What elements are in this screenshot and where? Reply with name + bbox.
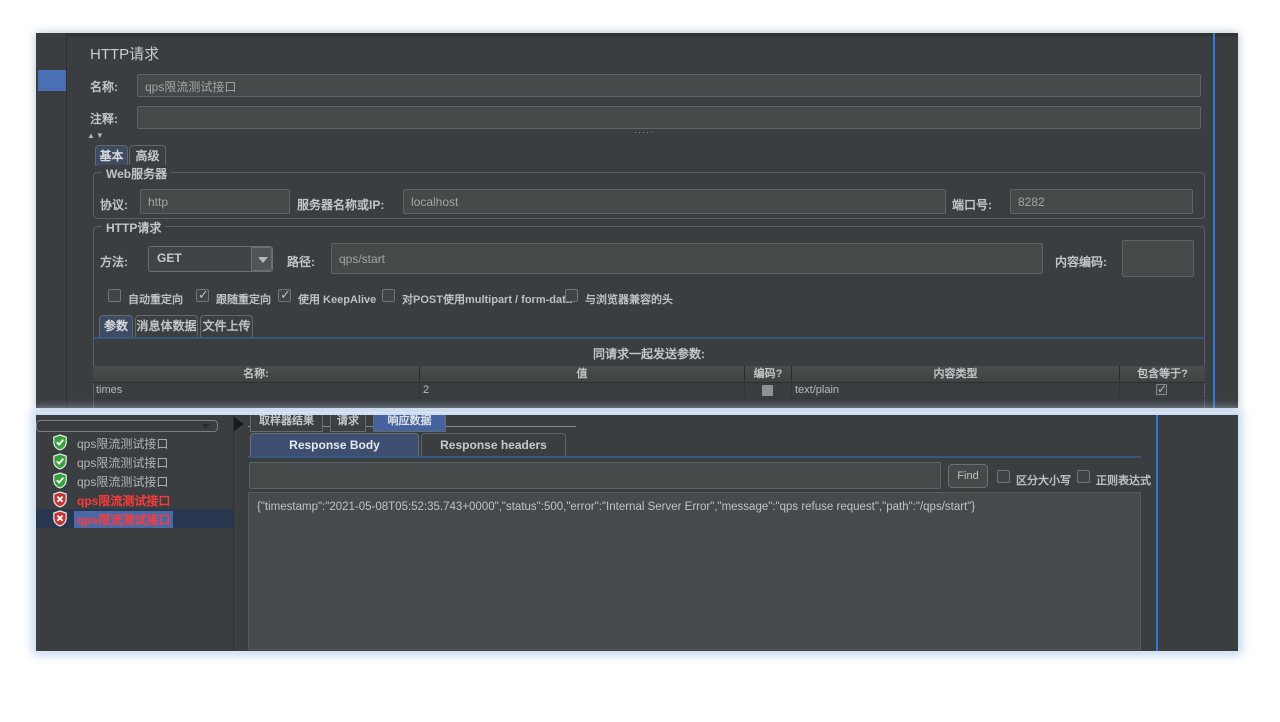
param-row-content-type-cell[interactable]: text/plain — [792, 383, 1120, 399]
name-input[interactable]: qps限流测试接口 — [137, 74, 1201, 97]
httprequest-group-legend: HTTP请求 — [102, 219, 165, 236]
tab-request[interactable]: 请求 — [330, 415, 366, 432]
right-scroll-indicator-line — [1156, 415, 1158, 651]
tree-item-result-2[interactable]: qps限流测试接口 — [36, 452, 233, 471]
param-row-include-equals-cell[interactable] — [1120, 383, 1205, 399]
path-label: 路径: — [287, 253, 315, 270]
case-sensitive-checkbox[interactable]: ✓ — [997, 470, 1010, 483]
response-body-text[interactable]: {"timestamp":"2021-05-08T05:52:35.743+00… — [248, 492, 1141, 650]
encoding-label: 内容编码: — [1055, 253, 1107, 270]
tree-item-result-1[interactable]: qps限流测试接口 — [36, 433, 233, 452]
tab-basic[interactable]: 基本 — [95, 145, 128, 166]
param-row-name-cell[interactable]: times — [93, 383, 420, 399]
http-request-editor-window: HTTP请求 名称: qps限流测试接口 注释: ▲▼ ····· 基本 高级 … — [36, 33, 1238, 408]
port-input[interactable]: 8282 — [1010, 189, 1193, 214]
page-title: HTTP请求 — [90, 43, 159, 64]
server-label: 服务器名称或IP: — [297, 196, 384, 213]
comment-input[interactable] — [137, 106, 1201, 129]
col-header-encode[interactable]: 编码? — [745, 366, 792, 383]
checkbox-multipart[interactable]: ✓ — [382, 289, 395, 302]
checkbox-follow-redirect[interactable]: ✓ — [196, 289, 209, 302]
checkbox-multipart-label: 对POST使用multipart / form-data — [402, 291, 572, 307]
method-label: 方法: — [100, 253, 128, 270]
case-sensitive-label: 区分大小写 — [1016, 472, 1071, 488]
result-tabs-strip: 取样器结果 请求 响应数据 — [248, 415, 588, 432]
right-scroll-indicator-line — [1213, 33, 1215, 408]
param-row-include-equals-checkbox[interactable] — [1156, 384, 1167, 395]
left-sidebar — [36, 33, 67, 408]
window-top-edge — [36, 33, 1238, 37]
tab-response-body[interactable]: Response Body — [250, 433, 419, 456]
regex-checkbox[interactable]: ✓ — [1077, 470, 1090, 483]
tab-sampler-result[interactable]: 取样器结果 — [250, 415, 323, 432]
port-label: 端口号: — [952, 196, 992, 213]
tree-item-result-3[interactable]: qps限流测试接口 — [36, 471, 233, 490]
col-header-include-equals[interactable]: 包含等于? — [1120, 366, 1205, 383]
name-label: 名称: — [90, 78, 118, 95]
path-input[interactable]: qps/start — [331, 243, 1043, 274]
server-input[interactable]: localhost — [403, 189, 946, 214]
splitter-grip-icon[interactable]: ····· — [634, 127, 654, 137]
tree-item-result-5-selected[interactable]: qps限流测试接口 — [36, 509, 233, 528]
tab-body-data[interactable]: 消息体数据 — [135, 315, 198, 337]
tree-panel-divider[interactable] — [233, 415, 234, 651]
col-header-value[interactable]: 值 — [420, 366, 745, 383]
tab-response-headers[interactable]: Response headers — [421, 433, 566, 456]
webserver-group-legend: Web服务器 — [102, 165, 171, 182]
col-header-name[interactable]: 名称: — [93, 366, 420, 383]
error-shield-icon — [52, 510, 68, 532]
method-select[interactable]: GET — [148, 246, 273, 272]
find-button[interactable]: Find — [948, 464, 988, 488]
tree-filter-combo[interactable] — [36, 420, 218, 432]
response-tab-underline — [248, 456, 1141, 458]
tab-response-data[interactable]: 响应数据 — [373, 415, 446, 432]
param-row-encode-checkbox[interactable] — [762, 385, 773, 396]
col-header-content-type[interactable]: 内容类型 — [792, 366, 1120, 383]
checkbox-keepalive[interactable]: ✓ — [278, 289, 291, 302]
param-tab-underline — [93, 337, 1205, 339]
param-row-value-cell[interactable]: 2 — [420, 383, 745, 399]
regex-label: 正则表达式 — [1096, 472, 1151, 488]
tab-file-upload[interactable]: 文件上传 — [200, 315, 253, 337]
checkbox-auto-redirect[interactable]: ✓ — [108, 289, 121, 302]
encoding-input[interactable] — [1122, 240, 1194, 277]
checkbox-auto-redirect-label: 自动重定向 — [128, 291, 183, 307]
method-selected-value: GET — [157, 251, 182, 265]
checkbox-keepalive-label: 使用 KeepAlive — [298, 291, 376, 307]
tab-parameters[interactable]: 参数 — [99, 315, 133, 337]
protocol-label: 协议: — [100, 196, 128, 213]
checkbox-browser-headers[interactable]: ✓ — [565, 289, 578, 302]
tree-item-result-4[interactable]: qps限流测试接口 — [36, 490, 233, 509]
collapse-expand-arrows-icon[interactable]: ▲▼ — [87, 131, 105, 140]
protocol-input[interactable]: http — [140, 189, 290, 214]
find-input[interactable] — [249, 462, 941, 489]
method-dropdown-arrow-icon[interactable] — [251, 247, 272, 271]
comment-label: 注释: — [90, 110, 118, 127]
checkbox-follow-redirect-label: 跟随重定向 — [216, 291, 271, 307]
param-row-encode-cell[interactable] — [745, 383, 792, 399]
view-results-tree-window: qps限流测试接口 qps限流测试接口 qps限流测试接口 qps限流测试接口 … — [36, 413, 1238, 651]
checkbox-browser-headers-label: 与浏览器兼容的头 — [585, 291, 673, 307]
params-table-caption: 同请求一起发送参数: — [93, 345, 1205, 362]
tab-advanced[interactable]: 高级 — [129, 145, 166, 166]
sidebar-selection-indicator — [38, 70, 66, 91]
